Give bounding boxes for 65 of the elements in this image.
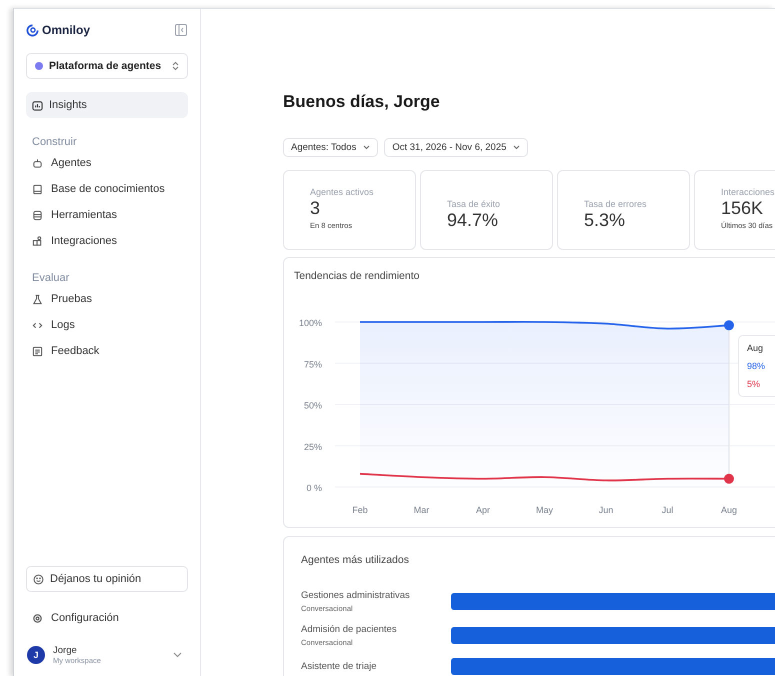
book-icon [32,184,43,194]
stat-value: 94.7% [447,210,500,231]
y-axis-label: 25% [304,442,322,452]
card-title: Agentes más utilizados [301,554,410,566]
y-axis-label: 100% [298,318,322,328]
smiley-icon [33,574,44,584]
nav-item[interactable]: Logs [26,312,188,338]
chart-icon [32,100,43,110]
feedback-button[interactable]: Déjanos tu opinión [26,566,188,592]
chevron-down-icon [173,652,182,658]
stat-label: Interacciones [721,187,775,197]
robot-icon [32,158,43,168]
x-axis-label: Mar [414,505,430,515]
brand-logo: Omniloy [26,23,90,37]
stat-label: Tasa de errores [584,199,648,209]
user-name: Jorge [53,645,78,656]
flask-icon [32,294,43,304]
chevron-updown-icon [172,61,179,71]
y-axis-label: 75% [304,359,322,370]
agent-name: Admisión de pacientes [301,624,398,635]
nav-item[interactable]: Integraciones [26,228,188,254]
agent-name: Gestiones administrativas [301,590,411,601]
chevron-down-icon [513,145,520,150]
y-axis-label: 0 % [306,483,322,493]
y-axis-label: 50% [304,400,322,410]
data-point [724,320,734,330]
nav-item[interactable]: Base de conocimientos [26,176,188,202]
nav-item[interactable]: Pruebas [26,286,188,312]
user-avatar: J [27,646,45,664]
stat-value: 5.3% [584,210,626,231]
stat-label: Agentes activos [310,187,375,197]
tooltip-value: 98% [747,360,766,373]
workspace-dot-icon [35,62,43,70]
workspace-selector[interactable]: Plataforma de agentes [26,53,188,79]
nav-item[interactable]: Agentes [26,150,188,176]
nav-item[interactable]: Insights [26,92,188,118]
settings-link[interactable]: Configuración [26,605,188,631]
x-axis-label: Feb [352,505,368,515]
data-point [724,474,734,484]
x-axis-label: Jul [662,505,674,515]
stat-value: 3 [310,198,322,219]
collapse-sidebar-icon[interactable] [175,24,187,36]
tooltip-value: 5% [747,378,762,391]
x-axis-label: Jun [598,505,614,515]
stat-value: 156K [721,198,764,219]
database-icon [32,210,43,220]
greeting-heading: Buenos días, Jorge [283,92,441,112]
tooltip-label: Aug [747,342,764,354]
agent-name: Asistente de triaje [301,661,378,672]
filter-dropdown[interactable]: Oct 31, 2026 - Nov 6, 2025 [384,138,528,157]
section-heading: Evaluar [32,272,70,284]
blocks-icon [32,236,43,246]
logo-icon [26,24,39,36]
chevron-down-icon [363,145,370,150]
document-icon [32,346,43,356]
section-heading: Construir [32,136,78,148]
nav-item[interactable]: Feedback [26,338,188,364]
x-axis-label: Apr [476,505,490,515]
stat-label: Tasa de éxito [447,199,502,209]
x-axis-label: May [536,505,553,515]
x-axis-label: Aug [721,505,737,515]
settings-icon [32,612,43,624]
filter-dropdown[interactable]: Agentes: Todos [283,138,378,157]
chart-title: Tendencias de rendimiento [294,270,420,282]
nav-item[interactable]: Herramientas [26,202,188,228]
